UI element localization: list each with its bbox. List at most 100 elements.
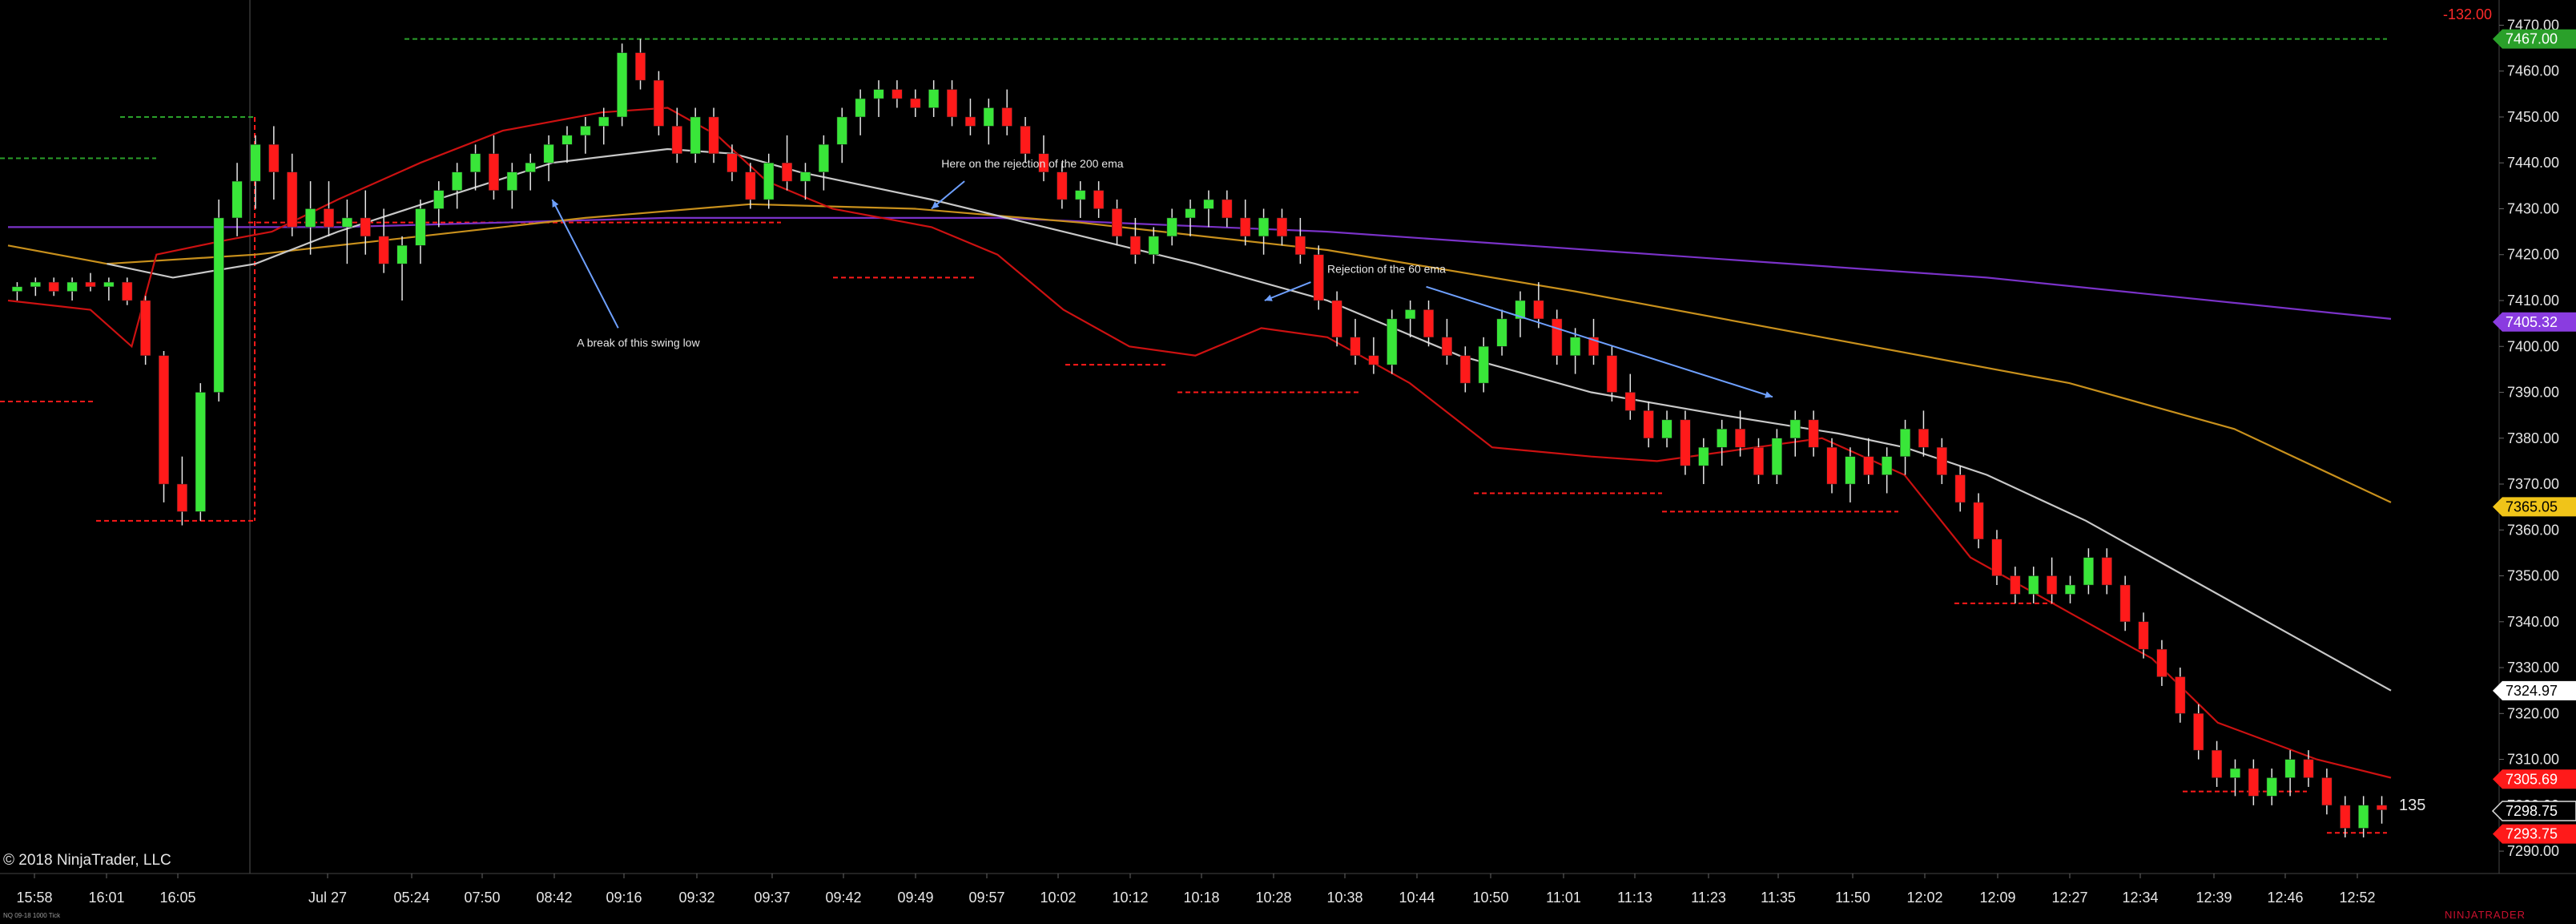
candle[interactable] xyxy=(1845,447,1856,502)
candle[interactable] xyxy=(2229,759,2241,797)
candle[interactable] xyxy=(653,71,664,135)
candle[interactable] xyxy=(2193,704,2204,760)
candle[interactable] xyxy=(11,282,22,301)
candle[interactable] xyxy=(1954,466,1966,512)
candle[interactable] xyxy=(964,99,976,135)
candle[interactable] xyxy=(561,126,573,163)
candle[interactable] xyxy=(1111,200,1123,246)
candle[interactable] xyxy=(213,200,224,401)
candle[interactable] xyxy=(1606,346,1617,401)
candle[interactable] xyxy=(1936,438,1947,485)
candle[interactable] xyxy=(799,163,811,200)
candle[interactable] xyxy=(1771,429,1782,485)
candle[interactable] xyxy=(452,163,463,209)
candle[interactable] xyxy=(176,456,187,526)
candle[interactable] xyxy=(1826,438,1837,494)
candle[interactable] xyxy=(140,296,151,365)
candle[interactable] xyxy=(1001,89,1012,135)
price-chart[interactable]: Here on the rejection of the 200 ema A br… xyxy=(0,0,2576,924)
candle[interactable] xyxy=(268,126,280,200)
candle[interactable] xyxy=(543,135,554,182)
candle[interactable] xyxy=(1991,530,2002,585)
candle[interactable] xyxy=(671,107,682,163)
candle[interactable] xyxy=(250,135,261,209)
candle[interactable] xyxy=(690,107,701,163)
candle[interactable] xyxy=(1680,410,1691,475)
candle[interactable] xyxy=(323,181,335,236)
candle[interactable] xyxy=(2377,796,2388,824)
candle[interactable] xyxy=(1753,438,1765,485)
candle[interactable] xyxy=(360,190,371,255)
candle[interactable] xyxy=(1900,419,1911,475)
candle[interactable] xyxy=(1808,410,1819,457)
candle[interactable] xyxy=(1222,190,1233,228)
candle[interactable] xyxy=(1698,438,1709,485)
candle[interactable] xyxy=(1496,309,1507,356)
candle[interactable] xyxy=(1643,401,1654,448)
candle[interactable] xyxy=(1918,410,1929,457)
candle[interactable] xyxy=(727,144,738,182)
candle[interactable] xyxy=(2175,668,2186,723)
candle[interactable] xyxy=(1240,200,1251,246)
candle[interactable] xyxy=(103,277,115,301)
candle[interactable] xyxy=(1973,493,1984,549)
candle[interactable] xyxy=(2047,557,2058,603)
candle[interactable] xyxy=(1148,227,1159,264)
candle[interactable] xyxy=(506,163,517,209)
candle[interactable] xyxy=(2212,740,2223,787)
candle[interactable] xyxy=(433,181,445,228)
candle[interactable] xyxy=(2321,769,2332,815)
candle[interactable] xyxy=(396,236,408,301)
candle[interactable] xyxy=(1882,447,1893,494)
candle[interactable] xyxy=(488,135,499,200)
candle[interactable] xyxy=(1405,301,1416,337)
candle[interactable] xyxy=(855,89,866,135)
candle[interactable] xyxy=(1075,181,1086,218)
candle[interactable] xyxy=(1313,245,1324,310)
candle[interactable] xyxy=(195,383,206,521)
candle[interactable] xyxy=(1552,309,1563,365)
candle[interactable] xyxy=(2083,548,2094,595)
candle[interactable] xyxy=(1350,318,1361,365)
candle[interactable] xyxy=(1185,200,1196,236)
candle[interactable] xyxy=(580,116,591,154)
candle[interactable] xyxy=(818,135,829,191)
candle[interactable] xyxy=(2266,769,2277,805)
candle[interactable] xyxy=(85,272,96,292)
candle[interactable] xyxy=(1294,217,1306,264)
candle[interactable] xyxy=(1459,346,1471,393)
candle[interactable] xyxy=(1863,438,1874,485)
candle[interactable] xyxy=(1624,373,1636,420)
candle[interactable] xyxy=(910,89,921,117)
candle[interactable] xyxy=(2010,567,2021,603)
candle[interactable] xyxy=(1789,410,1801,457)
candle[interactable] xyxy=(231,163,243,236)
candle[interactable] xyxy=(1441,318,1452,365)
candle[interactable] xyxy=(66,277,78,301)
candle[interactable] xyxy=(2358,796,2369,837)
candle[interactable] xyxy=(30,277,41,297)
candle[interactable] xyxy=(2064,575,2076,603)
candle[interactable] xyxy=(1203,190,1214,228)
candle[interactable] xyxy=(1166,208,1177,246)
candle[interactable] xyxy=(1423,301,1435,347)
candle[interactable] xyxy=(122,277,133,305)
candle[interactable] xyxy=(1387,309,1398,374)
candle[interactable] xyxy=(2101,548,2112,595)
candle[interactable] xyxy=(525,153,536,191)
candle[interactable] xyxy=(1020,116,1031,163)
candle[interactable] xyxy=(1661,410,1672,448)
candle[interactable] xyxy=(1717,419,1728,466)
candle[interactable] xyxy=(1515,291,1526,337)
candle[interactable] xyxy=(928,80,940,117)
candle[interactable] xyxy=(287,153,298,236)
candle[interactable] xyxy=(2340,796,2351,837)
candle[interactable] xyxy=(1478,337,1489,393)
candle[interactable] xyxy=(1331,291,1342,347)
candle[interactable] xyxy=(1368,337,1379,374)
candle[interactable] xyxy=(892,80,903,108)
candle[interactable] xyxy=(2028,567,2039,603)
candle[interactable] xyxy=(634,38,646,90)
candle[interactable] xyxy=(2284,750,2296,797)
candle[interactable] xyxy=(782,135,793,191)
